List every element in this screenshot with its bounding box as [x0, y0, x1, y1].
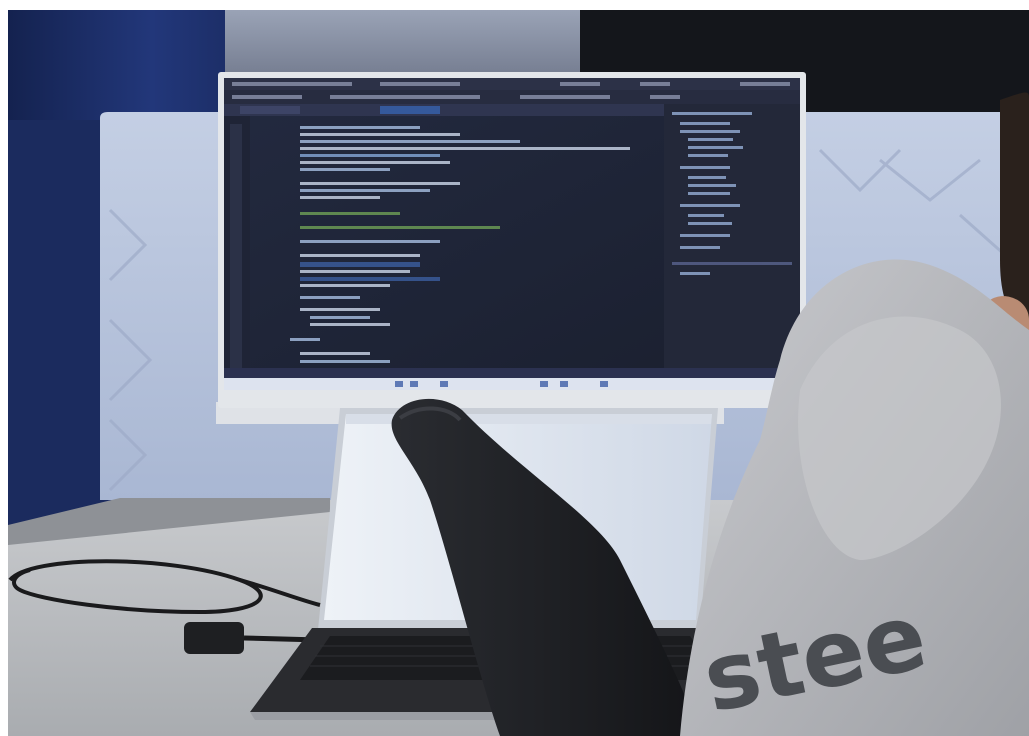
- os-taskbar: [224, 378, 800, 390]
- ide-toolbar: [224, 90, 800, 104]
- ide-status-bar: [224, 368, 800, 378]
- power-adapter: [184, 622, 244, 654]
- monitor: [216, 72, 806, 430]
- photo-scene: stee: [0, 0, 1029, 736]
- ide-solution-explorer: [664, 104, 800, 378]
- hair: [1000, 92, 1029, 330]
- photo-illustration: stee: [0, 0, 1029, 736]
